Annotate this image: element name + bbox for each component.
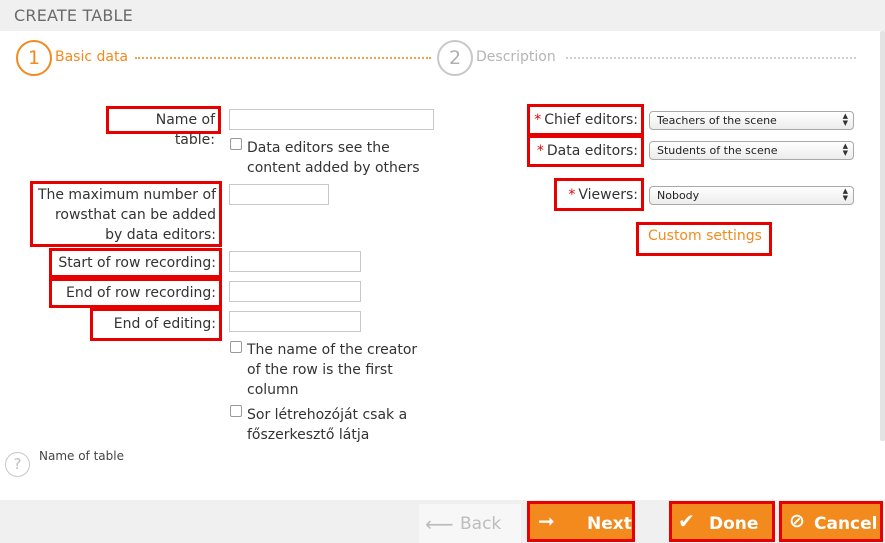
next-button[interactable]: ➞ Next bbox=[527, 501, 635, 542]
help-text: Name of table bbox=[39, 449, 124, 463]
max-rows-input[interactable] bbox=[229, 184, 329, 205]
creator-first-column-checkbox[interactable] bbox=[230, 341, 242, 353]
checkmark-icon: ✔ bbox=[678, 509, 695, 533]
data-editors-label: * Data editors: bbox=[527, 135, 644, 167]
select-arrows-icon: ▲ ▼ bbox=[842, 142, 848, 157]
select-arrows-icon: ▲ ▼ bbox=[842, 187, 848, 202]
name-of-table-input[interactable] bbox=[229, 109, 434, 130]
chief-editors-label: * Chief editors: bbox=[527, 104, 644, 136]
start-row-recording-input[interactable] bbox=[229, 251, 361, 272]
back-button[interactable]: ⟵ Back bbox=[419, 504, 521, 543]
step-connector-2 bbox=[566, 57, 856, 59]
creator-first-column-label: The name of the creator of the row is th… bbox=[247, 342, 418, 398]
cancel-icon: ⊘ bbox=[789, 510, 805, 532]
dialog-header: CREATE TABLE bbox=[0, 0, 885, 31]
chief-editors-text: Chief editors: bbox=[544, 112, 638, 128]
done-button[interactable]: ✔ Done bbox=[669, 501, 775, 542]
cancel-button-label: Cancel bbox=[814, 514, 878, 534]
step-1-number[interactable]: 1 bbox=[16, 40, 52, 76]
dialog-title: CREATE TABLE bbox=[14, 6, 133, 25]
step-2-label[interactable]: Description bbox=[476, 49, 556, 65]
data-editors-text: Data editors: bbox=[546, 143, 638, 159]
viewers-value: Nobody bbox=[657, 189, 700, 202]
viewers-label: * Viewers: bbox=[554, 178, 644, 211]
custom-settings-link[interactable]: Custom settings bbox=[636, 222, 772, 256]
scrollbar[interactable] bbox=[880, 31, 885, 441]
select-arrows-icon: ▲ ▼ bbox=[842, 112, 848, 127]
data-editors-value: Students of the scene bbox=[657, 144, 778, 157]
arrow-right-icon: ➞ bbox=[538, 509, 555, 533]
max-rows-label: The maximum number of rowsthat can be ad… bbox=[30, 181, 222, 247]
cancel-button[interactable]: ⊘ Cancel bbox=[779, 501, 883, 542]
chief-editors-select[interactable]: Teachers of the scene ▲ ▼ bbox=[649, 111, 854, 130]
chief-editors-value: Teachers of the scene bbox=[657, 114, 777, 127]
step-connector-1 bbox=[135, 57, 431, 59]
only-chief-sees-creator-label: Sor létrehozóját csak a főszerkesztő lát… bbox=[247, 407, 408, 443]
required-marker: * bbox=[536, 143, 544, 159]
step-1-label[interactable]: Basic data bbox=[55, 49, 128, 65]
only-chief-sees-creator-checkbox[interactable] bbox=[230, 405, 242, 417]
question-icon[interactable]: ? bbox=[5, 452, 30, 477]
data-editors-see-checkbox[interactable] bbox=[230, 138, 242, 150]
end-of-editing-label: End of editing: bbox=[90, 308, 222, 341]
data-editors-see-label: Data editors see the content added by ot… bbox=[247, 140, 420, 176]
name-of-table-label: Name of table: bbox=[106, 106, 221, 148]
arrow-left-icon: ⟵ bbox=[425, 512, 454, 536]
viewers-text: Viewers: bbox=[578, 187, 638, 203]
required-marker: * bbox=[534, 112, 542, 128]
start-row-recording-label: Start of row recording: bbox=[49, 248, 222, 278]
end-of-editing-input[interactable] bbox=[229, 311, 361, 332]
step-2-number[interactable]: 2 bbox=[437, 40, 473, 76]
end-row-recording-label: End of row recording: bbox=[49, 278, 222, 308]
done-button-label: Done bbox=[709, 514, 759, 534]
next-button-label: Next bbox=[587, 514, 632, 534]
viewers-select[interactable]: Nobody ▲ ▼ bbox=[649, 186, 854, 205]
back-button-label: Back bbox=[460, 514, 502, 534]
required-marker: * bbox=[568, 187, 576, 203]
end-row-recording-input[interactable] bbox=[229, 281, 361, 302]
data-editors-select[interactable]: Students of the scene ▲ ▼ bbox=[649, 141, 854, 160]
